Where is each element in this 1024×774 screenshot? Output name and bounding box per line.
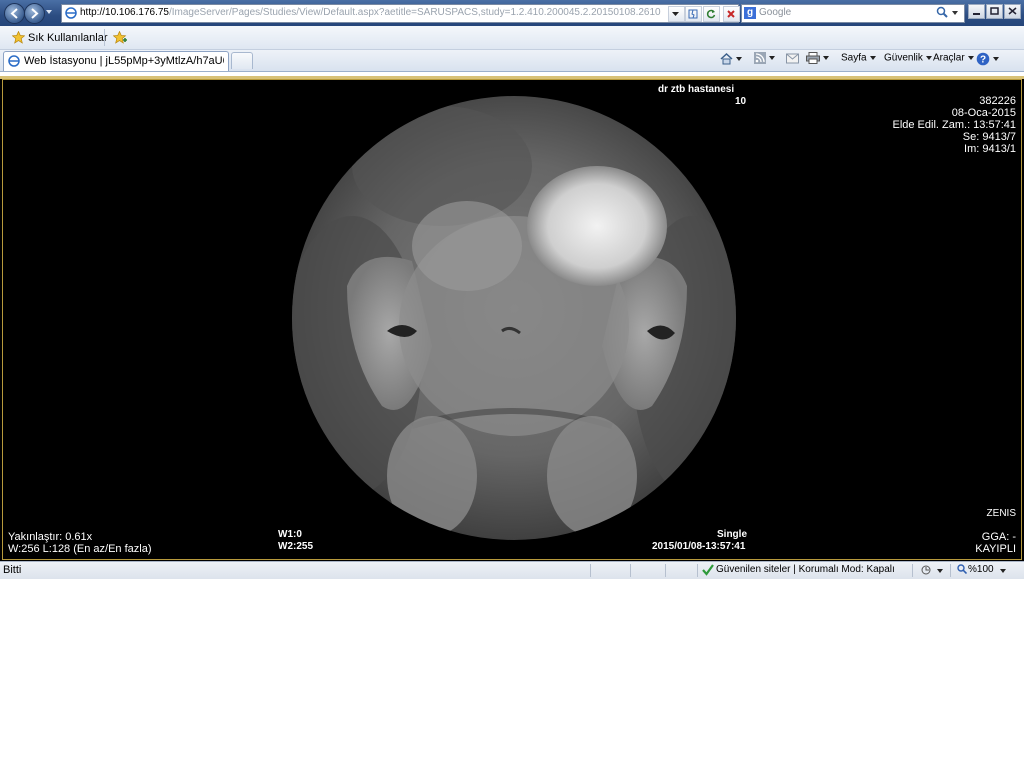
compatibility-view-button[interactable] [685,6,702,22]
google-icon: g [744,7,756,19]
arrow-right-icon [31,8,39,19]
feeds-button[interactable] [754,52,775,69]
acquisition-time: Elde Edil. Zam.: 13:57:41 [892,119,1016,131]
star-icon [12,31,25,44]
study-date: 08-Oca-2015 [951,107,1016,119]
w1-value: W1:0 [278,529,302,540]
print-button[interactable] [806,52,829,69]
patient-id: 382226 [979,95,1016,107]
divider [950,564,951,577]
image-viewer[interactable]: dr ztb hastanesi 10 382226 08-Oca-2015 E… [0,76,1024,561]
arrow-left-icon [10,8,18,19]
forward-button[interactable] [24,3,45,24]
maximize-button[interactable] [986,4,1003,19]
tools-menu[interactable]: Araçlar [933,52,974,69]
image-number: Im: 9413/1 [964,143,1016,155]
address-bar-row: http://10.106.176.75/ImageServer/Pages/S… [0,0,1024,26]
rss-icon [754,52,766,65]
add-favorite-icon[interactable] [113,31,127,44]
safety-menu-label: Güvenlik [884,52,923,64]
acquisition-timestamp: 2015/01/08-13:57:41 [652,541,746,552]
search-provider-dropdown[interactable] [952,11,958,15]
tab-web-istasyonu[interactable]: Web İstasyonu | jL55pMp+3yMtlzA/h7aU6JRq… [3,51,229,71]
w2-value: W2:255 [278,541,314,552]
divider [665,564,666,577]
frame-mode: Single [717,529,748,540]
xray-image[interactable] [292,96,736,540]
url-path: /ImageServer/Pages/Studies/View/Default.… [168,7,661,18]
help-icon: ? [976,52,990,66]
url-text: http://10.106.176.75/ImageServer/Pages/S… [80,7,670,18]
window-level: W:256 L:128 (En az/En fazla) [8,543,152,555]
ie-page-icon [65,7,77,19]
close-icon [727,10,735,18]
zoom-level: Yakınlaştır: 0.61x [8,531,93,543]
manufacturer-label: ZENIS [986,508,1016,519]
divider [590,564,591,577]
security-icon[interactable] [920,564,944,576]
back-button[interactable] [4,3,25,24]
series-number: Se: 9413/7 [962,131,1016,143]
svg-text:?: ? [980,55,986,66]
page-menu-label: Sayfa [841,52,867,64]
gga-value: GGA: - [981,531,1016,543]
close-window-button[interactable] [1004,4,1021,19]
new-tab-button[interactable] [231,52,253,69]
compression-status: KAYIPLI [975,543,1016,555]
refresh-icon [706,9,716,19]
read-mail-button[interactable] [786,52,799,69]
help-button[interactable]: ? [976,52,999,69]
maximize-icon [990,7,999,15]
tab-bar: Web İstasyonu | jL55pMp+3yMtlzA/h7aU6JRq… [0,50,1024,72]
status-bar: Bitti Güvenilen siteler | Korumalı Mod: … [0,561,1024,579]
history-dropdown[interactable] [46,10,52,14]
divider [630,564,631,577]
safety-menu[interactable]: Güvenlik [884,52,932,69]
stop-button[interactable] [723,6,740,22]
zoom-icon[interactable] [957,564,967,574]
status-text: Bitti [3,564,22,576]
page-menu[interactable]: Sayfa [841,52,876,69]
search-input[interactable]: g Google [741,4,965,23]
divider [697,564,698,577]
close-icon [1008,7,1017,15]
url-host: http://10.106.176.75 [80,7,169,18]
home-button[interactable] [720,52,742,69]
zoom-dropdown[interactable] [1000,569,1006,573]
tab-label: Web İstasyonu | jL55pMp+3yMtlzA/h7aU6JRq… [24,55,224,67]
minimize-button[interactable] [968,4,985,19]
security-zone[interactable]: Güvenilen siteler | Korumalı Mod: Kapalı [716,564,895,575]
tools-menu-label: Araçlar [933,52,965,64]
chevron-down-icon [672,12,679,16]
zoom-percentage[interactable]: %100 [968,564,994,575]
checkmark-icon [702,564,714,576]
favorites-bar: Sık Kullanılanlar [0,26,1024,50]
search-placeholder: Google [759,7,792,18]
redacted-patient-info [8,82,98,112]
divider [104,29,105,46]
ie-page-icon [8,55,20,67]
divider [912,564,913,577]
refresh-button[interactable] [703,6,720,22]
hospital-name: dr ztb hastanesi [658,84,735,95]
command-bar: Sayfa Güvenlik Araçlar ? [718,52,1018,69]
url-dropdown-button[interactable] [668,6,685,22]
printer-icon [806,52,820,65]
home-icon [720,52,733,65]
favorites-label: Sık Kullanılanlar [28,32,108,44]
mail-icon [786,53,799,64]
series-count: 10 [735,96,747,107]
minimize-icon [973,13,980,15]
address-field[interactable]: http://10.106.176.75/ImageServer/Pages/S… [61,4,740,23]
broken-page-icon [688,9,698,19]
search-icon[interactable] [936,6,948,18]
